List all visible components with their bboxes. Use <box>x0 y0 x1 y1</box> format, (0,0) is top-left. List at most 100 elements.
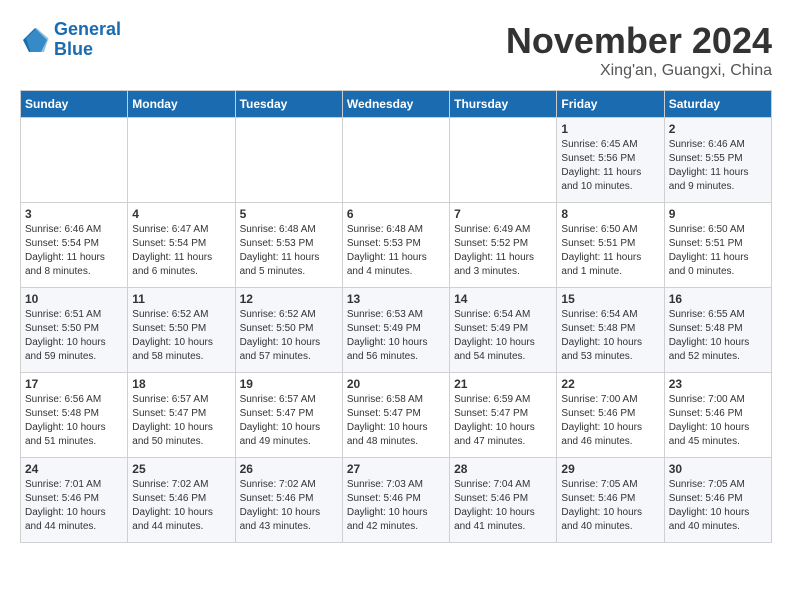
col-header-saturday: Saturday <box>664 91 771 118</box>
day-number: 11 <box>132 292 230 306</box>
week-row-2: 3Sunrise: 6:46 AM Sunset: 5:54 PM Daylig… <box>21 203 772 288</box>
logo-text: General Blue <box>54 20 121 60</box>
day-number: 17 <box>25 377 123 391</box>
day-number: 18 <box>132 377 230 391</box>
day-info: Sunrise: 6:56 AM Sunset: 5:48 PM Dayligh… <box>25 393 123 449</box>
day-cell <box>450 118 557 203</box>
day-number: 24 <box>25 462 123 476</box>
day-cell: 24 Sunrise: 7:01 AM Sunset: 5:46 PM Dayli… <box>21 458 128 543</box>
day-info: Sunrise: 7:02 AM Sunset: 5:46 PM Dayligh… <box>240 478 338 534</box>
day-cell: 9Sunrise: 6:50 AM Sunset: 5:51 PM Daylig… <box>664 203 771 288</box>
day-cell: 28 Sunrise: 7:04 AM Sunset: 5:46 PM Dayli… <box>450 458 557 543</box>
day-number: 21 <box>454 377 552 391</box>
day-number: 29 <box>561 462 659 476</box>
day-cell: 12 Sunrise: 6:52 AM Sunset: 5:50 PM Dayli… <box>235 288 342 373</box>
col-header-sunday: Sunday <box>21 91 128 118</box>
day-cell: 15 Sunrise: 6:54 AM Sunset: 5:48 PM Dayli… <box>557 288 664 373</box>
day-cell: 30 Sunrise: 7:05 AM Sunset: 5:46 PM Dayli… <box>664 458 771 543</box>
day-cell: 3Sunrise: 6:46 AM Sunset: 5:54 PM Daylig… <box>21 203 128 288</box>
day-info: Sunrise: 6:51 AM Sunset: 5:50 PM Dayligh… <box>25 308 123 364</box>
col-header-tuesday: Tuesday <box>235 91 342 118</box>
day-info: Sunrise: 6:52 AM Sunset: 5:50 PM Dayligh… <box>132 308 230 364</box>
week-row-5: 24 Sunrise: 7:01 AM Sunset: 5:46 PM Dayli… <box>21 458 772 543</box>
logo: General Blue <box>20 20 121 60</box>
day-info: Sunrise: 7:01 AM Sunset: 5:46 PM Dayligh… <box>25 478 123 534</box>
col-header-wednesday: Wednesday <box>342 91 449 118</box>
day-info: Sunrise: 7:05 AM Sunset: 5:46 PM Dayligh… <box>561 478 659 534</box>
col-header-monday: Monday <box>128 91 235 118</box>
day-cell: 11 Sunrise: 6:52 AM Sunset: 5:50 PM Dayli… <box>128 288 235 373</box>
logo-icon <box>20 25 50 55</box>
day-info: Sunrise: 6:45 AM Sunset: 5:56 PM Dayligh… <box>561 138 659 194</box>
page-header: General Blue November 2024 Xing'an, Guan… <box>20 20 772 80</box>
day-number: 26 <box>240 462 338 476</box>
day-info: Sunrise: 6:53 AM Sunset: 5:49 PM Dayligh… <box>347 308 445 364</box>
logo-line2: Blue <box>54 39 93 59</box>
day-info: Sunrise: 6:49 AM Sunset: 5:52 PM Dayligh… <box>454 223 552 279</box>
col-header-friday: Friday <box>557 91 664 118</box>
title-block: November 2024 Xing'an, Guangxi, China <box>506 20 772 80</box>
day-number: 15 <box>561 292 659 306</box>
day-cell: 25Sunrise: 7:02 AM Sunset: 5:46 PM Dayli… <box>128 458 235 543</box>
col-header-thursday: Thursday <box>450 91 557 118</box>
day-cell: 17 Sunrise: 6:56 AM Sunset: 5:48 PM Dayli… <box>21 373 128 458</box>
day-info: Sunrise: 6:48 AM Sunset: 5:53 PM Dayligh… <box>240 223 338 279</box>
day-info: Sunrise: 6:55 AM Sunset: 5:48 PM Dayligh… <box>669 308 767 364</box>
day-cell: 7 Sunrise: 6:49 AM Sunset: 5:52 PM Daylig… <box>450 203 557 288</box>
day-cell: 23Sunrise: 7:00 AM Sunset: 5:46 PM Dayli… <box>664 373 771 458</box>
day-number: 8 <box>561 207 659 221</box>
day-info: Sunrise: 7:04 AM Sunset: 5:46 PM Dayligh… <box>454 478 552 534</box>
day-info: Sunrise: 6:52 AM Sunset: 5:50 PM Dayligh… <box>240 308 338 364</box>
header-row: SundayMondayTuesdayWednesdayThursdayFrid… <box>21 91 772 118</box>
day-cell: 19Sunrise: 6:57 AM Sunset: 5:47 PM Dayli… <box>235 373 342 458</box>
day-number: 28 <box>454 462 552 476</box>
day-info: Sunrise: 7:05 AM Sunset: 5:46 PM Dayligh… <box>669 478 767 534</box>
location: Xing'an, Guangxi, China <box>506 62 772 80</box>
day-info: Sunrise: 6:59 AM Sunset: 5:47 PM Dayligh… <box>454 393 552 449</box>
day-cell: 27 Sunrise: 7:03 AM Sunset: 5:46 PM Dayli… <box>342 458 449 543</box>
day-info: Sunrise: 6:54 AM Sunset: 5:48 PM Dayligh… <box>561 308 659 364</box>
day-info: Sunrise: 6:50 AM Sunset: 5:51 PM Dayligh… <box>561 223 659 279</box>
day-number: 25 <box>132 462 230 476</box>
week-row-1: 1Sunrise: 6:45 AM Sunset: 5:56 PM Daylig… <box>21 118 772 203</box>
day-info: Sunrise: 6:47 AM Sunset: 5:54 PM Dayligh… <box>132 223 230 279</box>
day-cell: 26 Sunrise: 7:02 AM Sunset: 5:46 PM Dayli… <box>235 458 342 543</box>
day-number: 22 <box>561 377 659 391</box>
week-row-4: 17 Sunrise: 6:56 AM Sunset: 5:48 PM Dayli… <box>21 373 772 458</box>
day-info: Sunrise: 6:57 AM Sunset: 5:47 PM Dayligh… <box>132 393 230 449</box>
day-cell: 13 Sunrise: 6:53 AM Sunset: 5:49 PM Dayli… <box>342 288 449 373</box>
day-cell: 2Sunrise: 6:46 AM Sunset: 5:55 PM Daylig… <box>664 118 771 203</box>
day-number: 9 <box>669 207 767 221</box>
day-number: 27 <box>347 462 445 476</box>
day-cell: 5 Sunrise: 6:48 AM Sunset: 5:53 PM Daylig… <box>235 203 342 288</box>
day-info: Sunrise: 6:46 AM Sunset: 5:54 PM Dayligh… <box>25 223 123 279</box>
day-cell: 20 Sunrise: 6:58 AM Sunset: 5:47 PM Dayli… <box>342 373 449 458</box>
calendar-table: SundayMondayTuesdayWednesdayThursdayFrid… <box>20 90 772 543</box>
day-cell: 16 Sunrise: 6:55 AM Sunset: 5:48 PM Dayli… <box>664 288 771 373</box>
day-info: Sunrise: 6:46 AM Sunset: 5:55 PM Dayligh… <box>669 138 767 194</box>
day-info: Sunrise: 6:54 AM Sunset: 5:49 PM Dayligh… <box>454 308 552 364</box>
day-number: 20 <box>347 377 445 391</box>
day-cell: 10Sunrise: 6:51 AM Sunset: 5:50 PM Dayli… <box>21 288 128 373</box>
day-number: 6 <box>347 207 445 221</box>
day-number: 19 <box>240 377 338 391</box>
day-number: 12 <box>240 292 338 306</box>
week-row-3: 10Sunrise: 6:51 AM Sunset: 5:50 PM Dayli… <box>21 288 772 373</box>
day-cell: 14 Sunrise: 6:54 AM Sunset: 5:49 PM Dayli… <box>450 288 557 373</box>
day-number: 7 <box>454 207 552 221</box>
day-cell: 8 Sunrise: 6:50 AM Sunset: 5:51 PM Daylig… <box>557 203 664 288</box>
day-number: 14 <box>454 292 552 306</box>
day-number: 4 <box>132 207 230 221</box>
day-number: 30 <box>669 462 767 476</box>
day-cell: 18 Sunrise: 6:57 AM Sunset: 5:47 PM Dayli… <box>128 373 235 458</box>
day-cell: 22Sunrise: 7:00 AM Sunset: 5:46 PM Dayli… <box>557 373 664 458</box>
day-number: 16 <box>669 292 767 306</box>
day-info: Sunrise: 7:03 AM Sunset: 5:46 PM Dayligh… <box>347 478 445 534</box>
day-cell <box>235 118 342 203</box>
day-number: 13 <box>347 292 445 306</box>
day-info: Sunrise: 6:58 AM Sunset: 5:47 PM Dayligh… <box>347 393 445 449</box>
day-cell: 29 Sunrise: 7:05 AM Sunset: 5:46 PM Dayli… <box>557 458 664 543</box>
day-number: 5 <box>240 207 338 221</box>
day-cell: 6Sunrise: 6:48 AM Sunset: 5:53 PM Daylig… <box>342 203 449 288</box>
day-cell: 21 Sunrise: 6:59 AM Sunset: 5:47 PM Dayli… <box>450 373 557 458</box>
